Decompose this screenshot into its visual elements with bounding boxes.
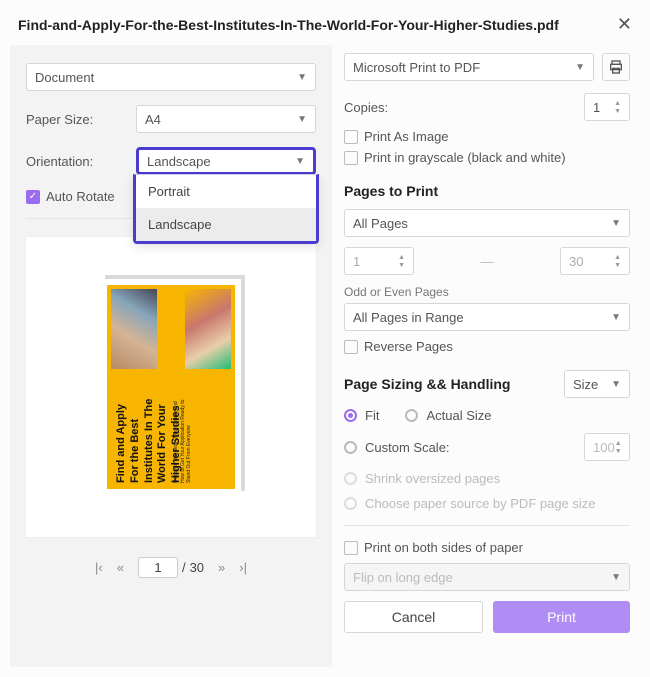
shrink-label: Shrink oversized pages [365,471,500,486]
copies-label: Copies: [344,100,388,115]
sizing-mode-value: Size [573,377,598,392]
preview-panel: Document ▼ Paper Size: A4 ▼ Orientation:… [10,45,332,667]
total-pages: 30 [190,560,204,575]
paper-size-select[interactable]: A4 ▼ [136,105,316,133]
print-dialog: Find-and-Apply-For-the-Best-Institutes-I… [0,0,650,677]
orientation-label: Orientation: [26,154,136,169]
print-as-image-checkbox[interactable] [344,130,358,144]
chevron-down-icon: ▼ [611,379,621,390]
chevron-down-icon: ▼ [611,312,621,323]
range-to-input[interactable]: 30 ▲▼ [560,247,630,275]
paper-size-value: A4 [145,112,161,127]
page-preview: Find and Apply For the Best Institutes I… [26,237,316,537]
orientation-option-portrait[interactable]: Portrait [136,175,316,208]
reverse-pages-checkbox[interactable] [344,340,358,354]
print-button[interactable]: Print [493,601,630,633]
actual-size-radio[interactable] [405,409,418,422]
odd-even-value: All Pages in Range [353,310,464,325]
titlebar: Find-and-Apply-For-the-Best-Institutes-I… [0,0,650,45]
spin-up-icon[interactable]: ▲ [614,100,621,107]
prev-page-icon[interactable]: « [117,560,124,575]
auto-rotate-label: Auto Rotate [46,189,115,204]
first-page-icon[interactable]: |‹ [95,560,103,575]
range-to-value: 30 [569,254,583,269]
cancel-button[interactable]: Cancel [344,601,483,633]
print-as-image-label: Print As Image [364,129,449,144]
choose-source-label: Choose paper source by PDF page size [365,496,596,511]
orientation-value: Landscape [147,154,211,169]
custom-scale-input[interactable]: 100 ▲▼ [584,433,630,461]
print-mode-value: Document [35,70,94,85]
grayscale-checkbox[interactable] [344,151,358,165]
last-page-icon[interactable]: ›| [239,560,247,575]
chevron-down-icon: ▼ [297,114,307,125]
orientation-select[interactable]: Landscape ▼ [136,147,316,175]
spin-down-icon[interactable]: ▼ [614,108,621,115]
chevron-down-icon: ▼ [611,218,621,229]
current-page-input[interactable]: 1 [138,557,178,578]
auto-rotate-checkbox[interactable]: ✓ [26,190,40,204]
page-sizing-header: Page Sizing && Handling [344,376,510,392]
custom-scale-radio[interactable] [344,441,357,454]
reverse-pages-label: Reverse Pages [364,339,453,354]
close-icon[interactable]: ✕ [617,14,632,35]
custom-scale-value: 100 [593,440,615,455]
grayscale-label: Print in grayscale (black and white) [364,150,566,165]
duplex-checkbox[interactable] [344,541,358,555]
range-from-input[interactable]: 1 ▲▼ [344,247,414,275]
next-page-icon[interactable]: » [218,560,225,575]
printer-properties-icon[interactable] [602,53,630,81]
doc-subtitle: Discover The Best Opportunities and How … [173,397,193,483]
flip-value: Flip on long edge [353,570,453,585]
paper-size-label: Paper Size: [26,112,136,127]
shrink-radio [344,472,357,485]
custom-scale-label: Custom Scale: [365,440,450,455]
fit-radio[interactable] [344,409,357,422]
chevron-down-icon: ▼ [575,62,585,73]
window-title: Find-and-Apply-For-the-Best-Institutes-I… [18,17,617,33]
preview-pager: |‹ « 1 / 30 » ›| [26,557,316,578]
chevron-down-icon: ▼ [297,72,307,83]
pages-to-print-header: Pages to Print [344,183,630,199]
sizing-mode-select[interactable]: Size ▼ [564,370,630,398]
page-sep: / [182,560,186,575]
print-mode-select[interactable]: Document ▼ [26,63,316,91]
divider [344,525,630,526]
chevron-down-icon: ▼ [295,156,305,167]
orientation-dropdown: Portrait Landscape [133,174,319,244]
copies-value: 1 [593,100,600,115]
duplex-label: Print on both sides of paper [364,540,523,555]
settings-panel: Microsoft Print to PDF ▼ Copies: 1 ▲▼ Pr… [340,45,640,667]
actual-size-label: Actual Size [426,408,491,423]
orientation-option-landscape[interactable]: Landscape [136,208,316,241]
flip-select: Flip on long edge ▼ [344,563,630,591]
copies-input[interactable]: 1 ▲▼ [584,93,630,121]
printer-select[interactable]: Microsoft Print to PDF ▼ [344,53,594,81]
page-range-select[interactable]: All Pages ▼ [344,209,630,237]
page-range-value: All Pages [353,216,408,231]
range-from-value: 1 [353,254,360,269]
chevron-down-icon: ▼ [611,572,621,583]
odd-even-label: Odd or Even Pages [344,285,630,299]
range-dash: — [424,254,550,269]
odd-even-select[interactable]: All Pages in Range ▼ [344,303,630,331]
printer-value: Microsoft Print to PDF [353,60,480,75]
fit-label: Fit [365,408,379,423]
choose-source-radio [344,497,357,510]
